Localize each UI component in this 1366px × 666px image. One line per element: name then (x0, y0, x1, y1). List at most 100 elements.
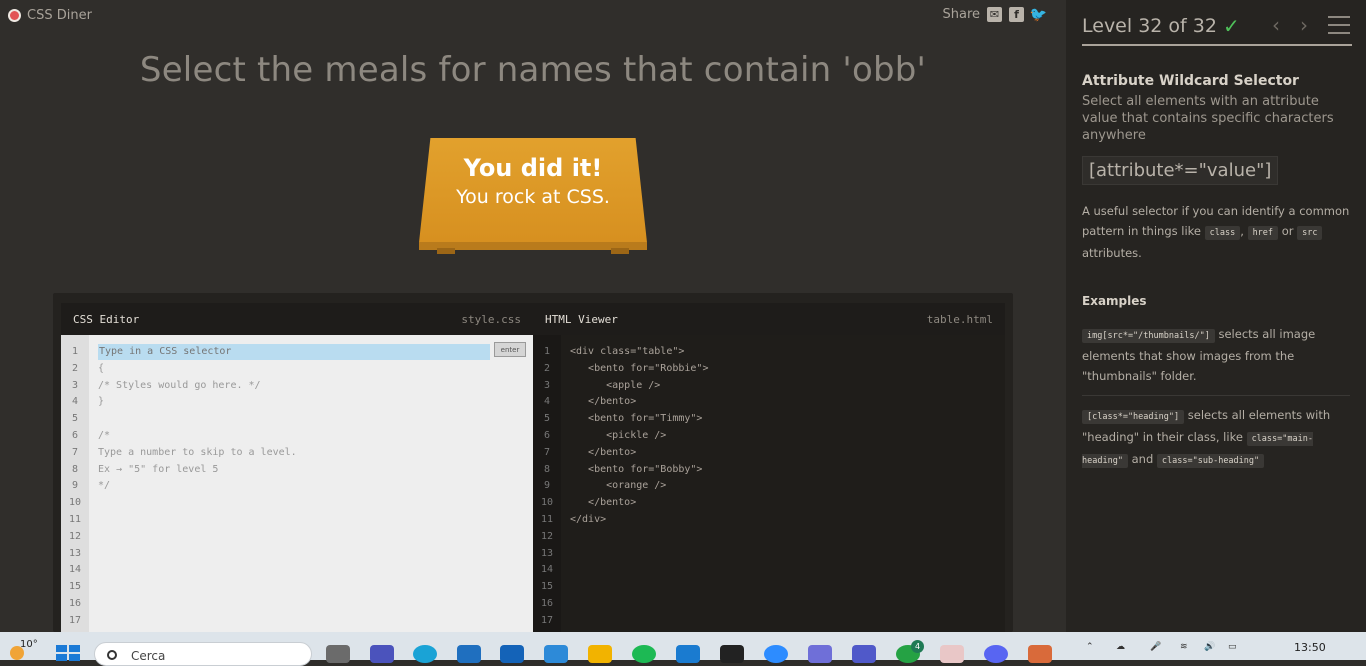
example-1: img[src*="/thumbnails/"] selects all ima… (1082, 324, 1350, 386)
microphone-icon[interactable]: 🎤 (1150, 642, 1161, 652)
line-number: 11 (540, 513, 554, 525)
line-number: 15 (540, 581, 554, 593)
code-line: <apple /> (570, 379, 661, 391)
file-explorer-icon[interactable] (588, 645, 612, 663)
logo-icon (8, 9, 21, 22)
line-number: 10 (540, 497, 554, 509)
example-1-code: img[src*="/thumbnails/"] (1082, 329, 1215, 343)
wifi-icon[interactable]: ≋ (1180, 642, 1188, 652)
facebook-icon[interactable]: f (1009, 7, 1024, 22)
progress-fill (1082, 44, 1352, 46)
previous-level-icon[interactable]: ‹ (1272, 15, 1286, 35)
cloud-icon[interactable]: ☁ (1116, 642, 1125, 652)
css-code: {/* Styles would go here. */} /* Type a nu… (98, 344, 525, 495)
line-number: 5 (543, 413, 551, 425)
level-indicator[interactable]: Level 32 of 32 ✓ (1082, 14, 1240, 38)
next-level-icon[interactable]: › (1300, 15, 1314, 35)
line-number: 2 (543, 362, 551, 374)
line-number: 9 (71, 480, 79, 492)
code-line: <bento for="Timmy"> (570, 413, 703, 425)
code-line: <pickle /> (570, 429, 667, 441)
enter-button[interactable]: enter (494, 342, 526, 357)
level-nav: ‹ › (1272, 15, 1350, 35)
line-number: 16 (68, 597, 82, 609)
help-or: or (1281, 224, 1294, 238)
app-logo[interactable]: CSS Diner (8, 8, 92, 23)
line-number: 4 (543, 396, 551, 408)
html-viewer-title: HTML Viewer (545, 312, 618, 326)
line-number: 7 (71, 446, 79, 458)
game-area: CSS Diner Share ✉ f 🐦 Select the meals f… (0, 0, 1066, 632)
search-placeholder: Cerca (131, 649, 166, 663)
vscode-icon[interactable] (676, 645, 700, 663)
line-number: 2 (71, 362, 79, 374)
code-line: </bento> (570, 497, 637, 509)
chevron-up-icon[interactable]: ⌃ (1086, 642, 1094, 652)
html-viewer: 1 2 3 4 5 6 7 8 9 10 11 12 13 14 15 16 17 <div class="ta… (533, 335, 1005, 632)
app-icon[interactable] (1028, 645, 1052, 663)
html-code: <div class="table"> <bento for="Robbie">… (570, 344, 997, 529)
css-selector-input[interactable] (98, 344, 490, 360)
line-number: 4 (71, 396, 79, 408)
start-icon[interactable] (56, 645, 80, 661)
sidebar: Level 32 of 32 ✓ ‹ › Attribute Wildcard … (1066, 0, 1366, 632)
line-number: 7 (543, 446, 551, 458)
line-number: 6 (71, 429, 79, 441)
line-number: 10 (68, 497, 82, 509)
code-line: <orange /> (570, 480, 667, 492)
taskbar: 10° Cerca 4 ⌃ ☁ 🎤 ≋ 🔊 ▭ 13:50 (0, 632, 1366, 666)
line-number: 13 (540, 547, 554, 559)
taskbar-search[interactable]: Cerca (94, 642, 312, 666)
html-viewer-header: HTML Viewer table.html (533, 303, 1005, 335)
discord-icon[interactable] (984, 645, 1008, 663)
teams-icon[interactable] (852, 645, 876, 663)
task-view-icon[interactable] (326, 645, 350, 663)
battery-icon[interactable]: ▭ (1228, 642, 1237, 652)
code-line: */ (98, 480, 111, 492)
volume-icon[interactable]: 🔊 (1204, 642, 1215, 652)
email-icon[interactable]: ✉ (987, 7, 1002, 22)
clock: 13:50 (1294, 641, 1326, 654)
menu-icon[interactable] (1328, 16, 1350, 34)
temperature: 10° (20, 639, 38, 650)
selector-heading: Attribute Wildcard Selector (1082, 73, 1299, 89)
level-text: Level 32 of 32 (1082, 15, 1217, 37)
selector-syntax: [attribute*="value"] (1082, 156, 1279, 185)
app-icon[interactable] (808, 645, 832, 663)
line-number: 15 (68, 581, 82, 593)
zoom-icon[interactable] (764, 645, 788, 663)
code-line: </bento> (570, 396, 637, 408)
github-icon[interactable] (720, 645, 744, 663)
edge-icon[interactable] (413, 645, 437, 663)
selector-description: Select all elements with an attribute va… (1082, 94, 1334, 143)
line-number: 17 (68, 614, 82, 626)
table-leg (437, 248, 455, 254)
line-number: 1 (71, 346, 79, 357)
store-icon[interactable] (500, 645, 524, 663)
code-line: /* (98, 429, 111, 441)
line-number: 8 (543, 463, 551, 475)
share-label: Share (942, 7, 980, 22)
example-2: [class*="heading"] selects all elements … (1082, 405, 1350, 471)
search-icon (107, 650, 117, 660)
line-number: 9 (543, 480, 551, 492)
examples-heading: Examples (1082, 294, 1147, 308)
line-number: 3 (71, 379, 79, 391)
level-progress (1082, 44, 1352, 46)
line-number: 8 (71, 463, 79, 475)
code-line: Ex → "5" for level 5 (98, 463, 219, 475)
line-number: 16 (540, 597, 554, 609)
editor-panel: CSS Editor style.css HTML Viewer table.h… (53, 293, 1013, 632)
line-number: 17 (540, 614, 554, 626)
code-href: href (1247, 226, 1279, 240)
twitter-icon[interactable]: 🐦 (1030, 7, 1047, 23)
slack-icon[interactable] (940, 645, 964, 663)
html-line-numbers: 1 2 3 4 5 6 7 8 9 10 11 12 13 14 15 16 17 (533, 335, 561, 632)
weather-widget[interactable]: 10° (10, 639, 38, 660)
teams-icon[interactable] (370, 645, 394, 663)
mail-icon[interactable] (457, 645, 481, 663)
spotify-icon[interactable] (632, 645, 656, 663)
line-number: 14 (68, 564, 82, 576)
success-subheading: You rock at CSS. (456, 186, 610, 208)
app-icon[interactable] (544, 645, 568, 663)
